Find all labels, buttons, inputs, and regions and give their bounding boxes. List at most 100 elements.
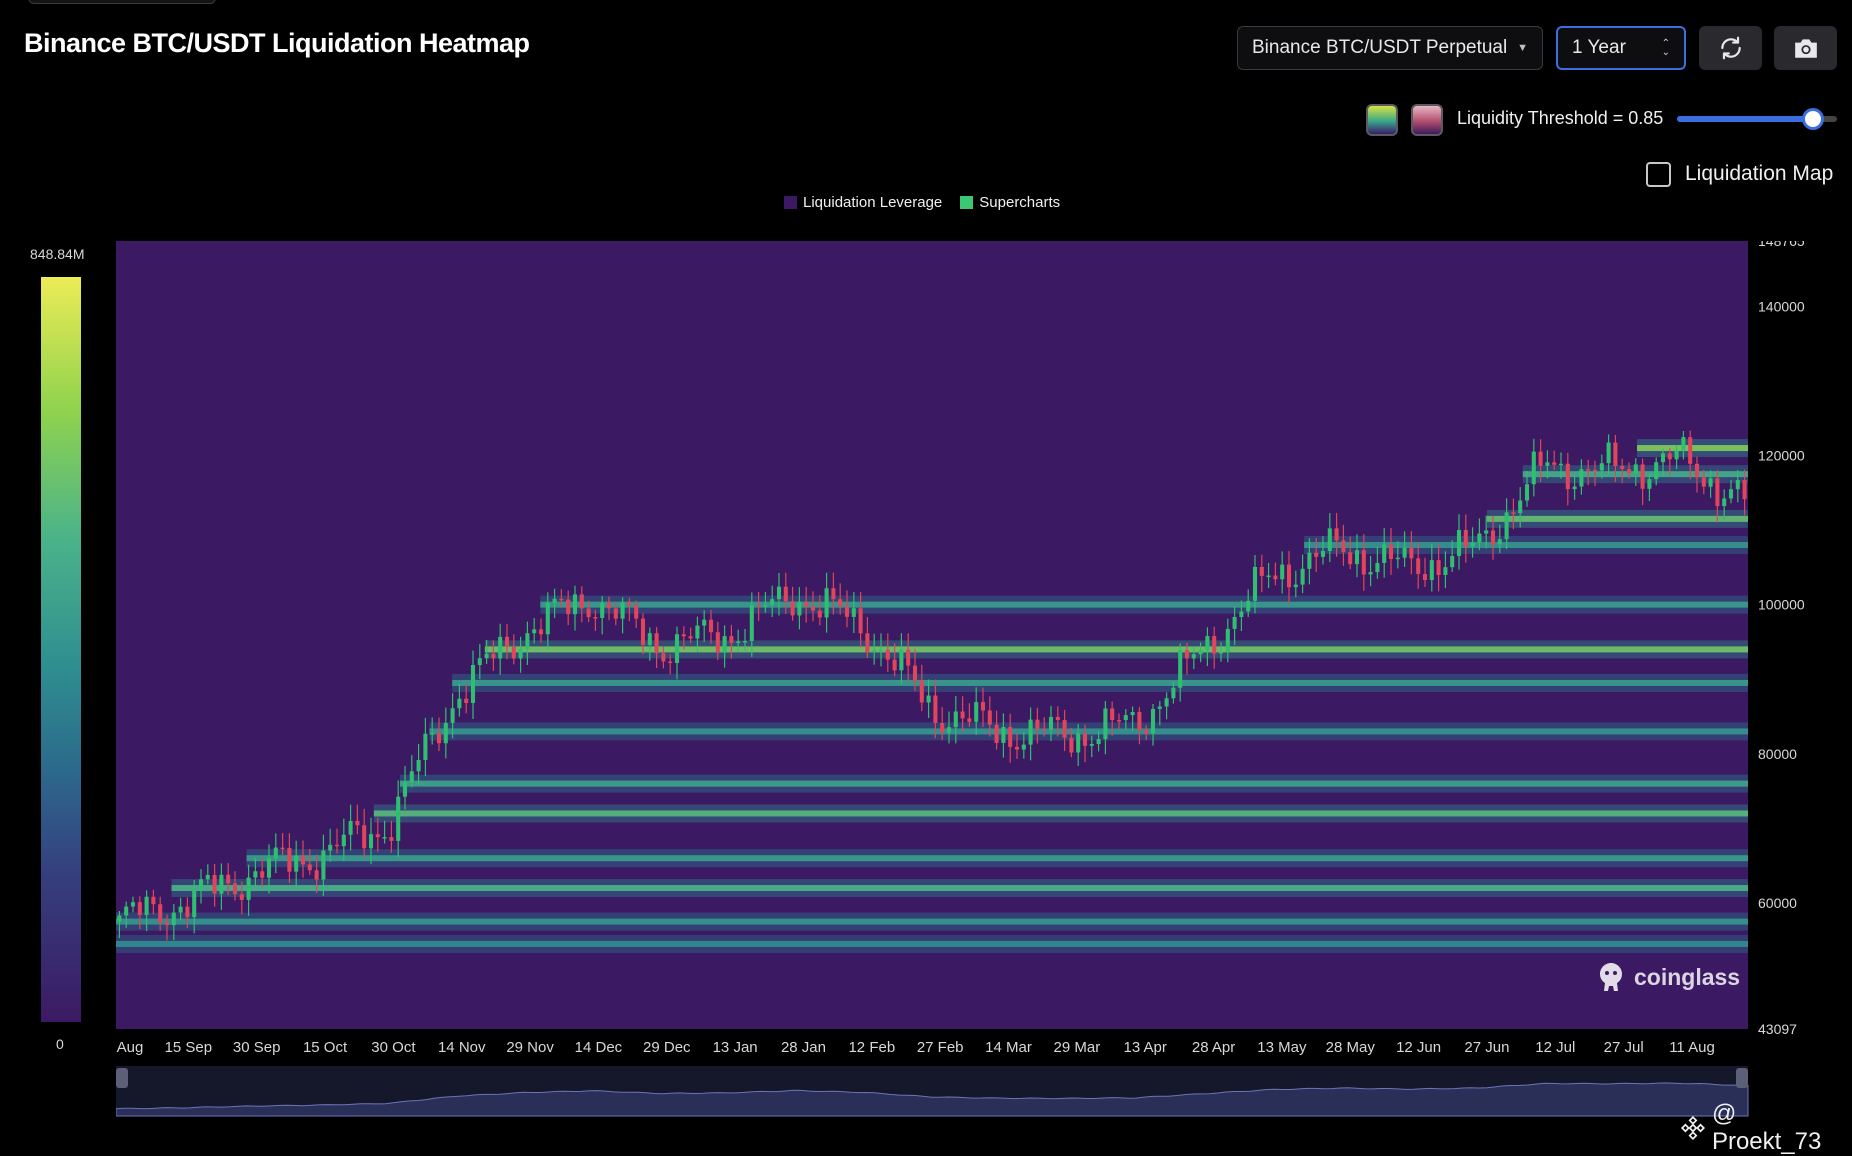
navigator-right-handle[interactable]	[1736, 1068, 1748, 1088]
time-navigator[interactable]	[116, 1058, 1766, 1122]
candle-body	[810, 606, 816, 611]
liquidation-map-label[interactable]: Liquidation Map	[1685, 162, 1833, 186]
candle-body	[1021, 744, 1026, 750]
candle-body	[219, 874, 224, 894]
candle-body	[1402, 547, 1407, 558]
candle-body	[742, 640, 748, 643]
candle-body	[1640, 464, 1645, 489]
candle-body	[1572, 486, 1577, 490]
x-tick-label: 14 Nov	[438, 1039, 486, 1056]
candle-body	[266, 858, 272, 878]
coinglass-logo-icon	[1600, 963, 1622, 991]
candle-body	[498, 636, 503, 659]
candle-body	[1626, 469, 1632, 474]
candle-body	[572, 594, 578, 615]
color-scheme-rose-swatch[interactable]	[1411, 104, 1443, 136]
y-tick-label: 60000	[1758, 895, 1797, 911]
candle-body	[164, 922, 170, 926]
candle-body	[137, 902, 142, 915]
candle-body	[511, 646, 516, 659]
candle-body	[477, 658, 482, 665]
candle-body	[396, 796, 401, 841]
candle-body	[518, 648, 523, 659]
candle-body	[681, 634, 686, 637]
candle-body	[1307, 552, 1312, 569]
candle-body	[559, 598, 564, 601]
candle-body	[708, 619, 714, 633]
liquidation-band	[484, 646, 1748, 653]
candle-body	[1497, 539, 1502, 545]
candle-body	[158, 904, 163, 923]
legend-item-liquidation-leverage[interactable]: Liquidation Leverage	[784, 194, 942, 211]
candle-body	[776, 586, 782, 600]
candle-body	[1259, 566, 1264, 576]
candle-body	[654, 633, 659, 654]
candle-body	[1504, 512, 1509, 540]
candle-body	[613, 608, 618, 619]
candle-body	[1694, 463, 1700, 478]
candle-body	[171, 912, 176, 926]
candle-body	[763, 604, 768, 607]
candle-body	[722, 636, 727, 653]
candle-body	[1688, 437, 1693, 464]
candle-body	[151, 896, 156, 905]
page-title: Binance BTC/USDT Liquidation Heatmap	[24, 28, 530, 58]
color-scheme-viridis-swatch[interactable]	[1366, 104, 1398, 136]
camera-icon	[1794, 39, 1817, 58]
threshold-slider-knob[interactable]	[1802, 108, 1824, 130]
candle-body	[545, 602, 550, 635]
range-select[interactable]: 1 Year ⌃ ⌄	[1556, 26, 1686, 70]
x-tick-label: 12 Jul	[1535, 1039, 1575, 1056]
candle-body	[770, 599, 775, 605]
threshold-slider[interactable]	[1677, 108, 1837, 130]
candle-body	[1246, 600, 1251, 612]
candle-body	[382, 837, 387, 839]
x-tick-label: 28 Apr	[1192, 1039, 1235, 1056]
top-tab-edge[interactable]	[28, 0, 216, 4]
candle-body	[1144, 729, 1149, 734]
plot-background	[116, 241, 1748, 1029]
candle-body	[1341, 540, 1346, 553]
candle-body	[1579, 469, 1584, 487]
liquidation-map-checkbox[interactable]	[1646, 162, 1671, 187]
candle-body	[1422, 573, 1428, 581]
candle-body	[246, 877, 251, 900]
x-tick-label: 15 Oct	[303, 1039, 348, 1056]
color-scale-max-label: 848.84M	[30, 246, 85, 262]
candle-body	[1368, 572, 1373, 575]
candle-body	[1599, 463, 1604, 471]
candle-body	[212, 874, 217, 894]
legend-item-supercharts[interactable]: Supercharts	[960, 194, 1060, 211]
candle-body	[260, 871, 265, 878]
candle-body	[1531, 451, 1536, 485]
candle-body	[402, 782, 408, 797]
candle-body	[1157, 706, 1162, 709]
candle-body	[1130, 712, 1135, 716]
candle-body	[674, 634, 680, 663]
candle-body	[185, 906, 190, 918]
candle-body	[1014, 746, 1020, 750]
candle-body	[1565, 463, 1570, 490]
y-tick-label: 140000	[1758, 298, 1805, 314]
candle-body	[1055, 716, 1060, 721]
candle-body	[858, 608, 863, 634]
navigator-left-handle[interactable]	[116, 1068, 128, 1088]
screenshot-button[interactable]	[1774, 26, 1837, 70]
candle-body	[538, 629, 544, 635]
pair-select[interactable]: Binance BTC/USDT Perpetual ▼	[1237, 26, 1543, 70]
refresh-button[interactable]	[1699, 26, 1762, 70]
candle-body	[1123, 715, 1128, 721]
caret-down-icon: ▼	[1517, 42, 1528, 54]
liquidation-band	[399, 780, 1748, 787]
candle-body	[1722, 498, 1727, 507]
candle-body	[702, 619, 707, 626]
candle-body	[1218, 651, 1224, 654]
candle-body	[715, 632, 720, 653]
candle-body	[1042, 728, 1047, 731]
candle-body	[389, 837, 394, 841]
candle-body	[1735, 479, 1740, 490]
candle-body	[375, 834, 380, 838]
candle-body	[457, 698, 462, 709]
candle-body	[579, 594, 584, 609]
liquidation-heatmap-chart[interactable]: 148765 140000 120000 100000 80000 60000 43097 3…	[116, 241, 1816, 1059]
